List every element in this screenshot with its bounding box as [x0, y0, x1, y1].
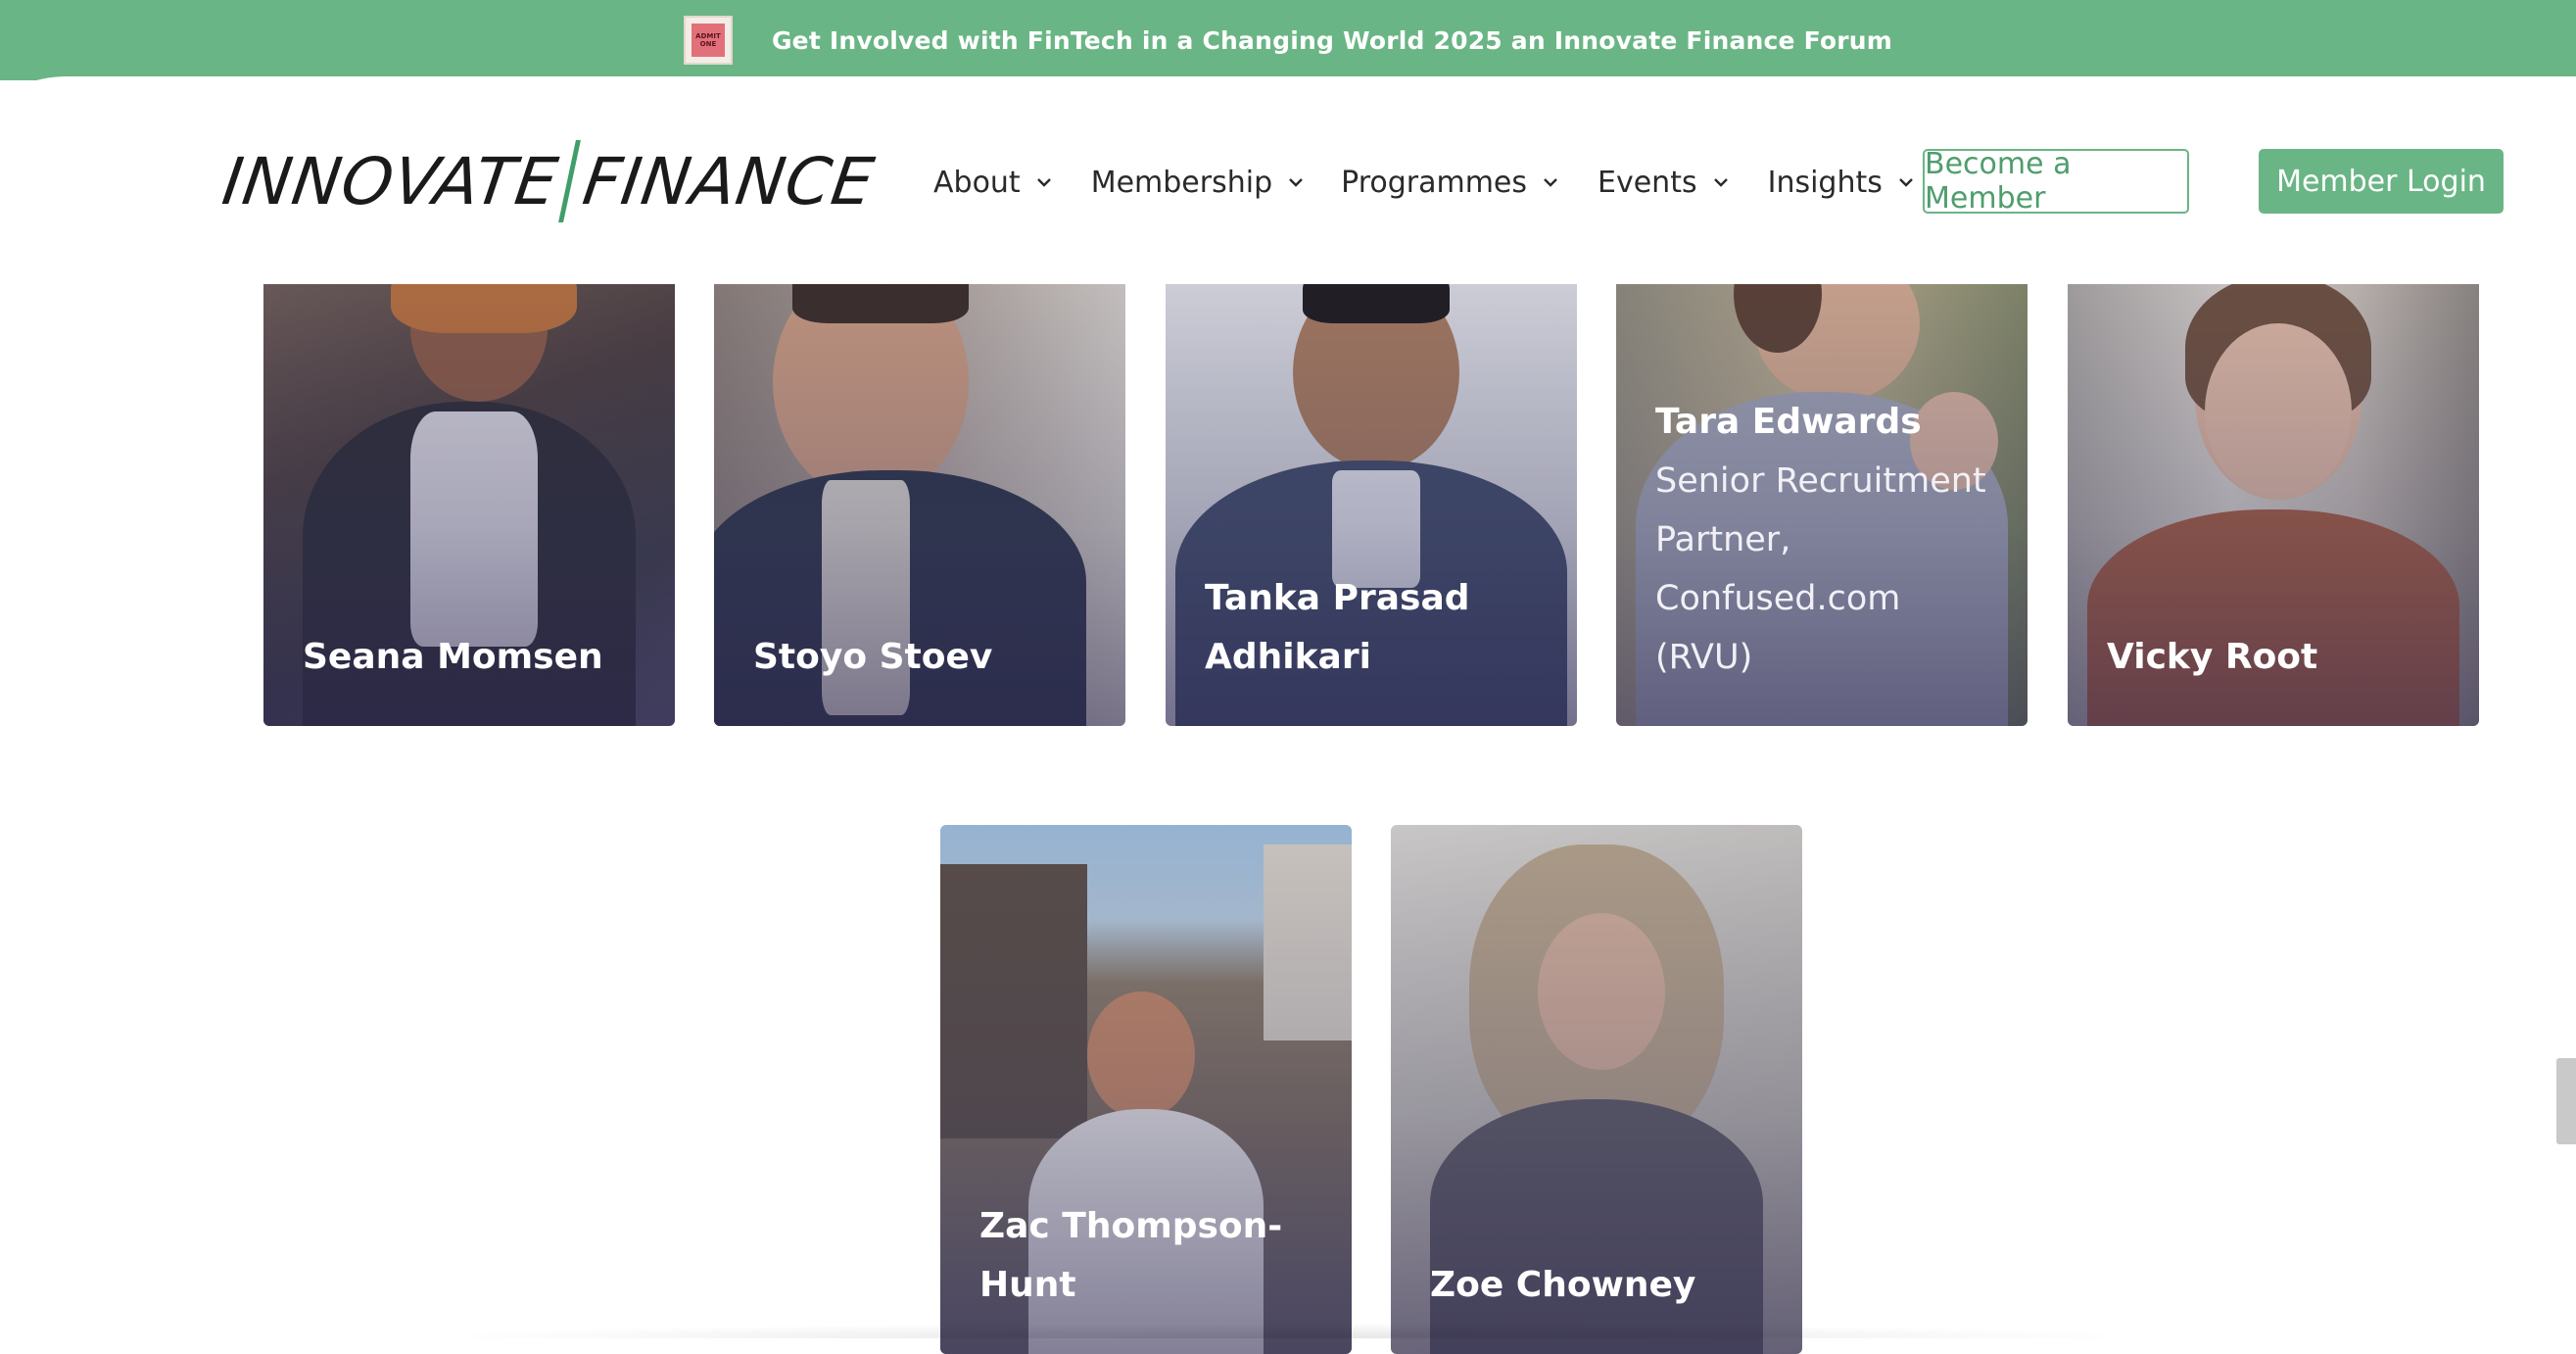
nav-insights[interactable]: Insights	[1768, 166, 1914, 200]
person-card[interactable]: Zoe Chowney	[1391, 825, 1802, 1354]
logo-divider	[558, 140, 582, 222]
nav-events[interactable]: Events	[1598, 166, 1729, 200]
person-name: Zac Thompson-Hunt	[979, 1206, 1283, 1305]
chevron-down-icon	[1289, 178, 1303, 187]
person-card[interactable]: Vicky Root	[2068, 284, 2479, 726]
banner-text[interactable]: Get Involved with FinTech in a Changing …	[772, 26, 1892, 55]
innovate-finance-logo[interactable]: INNOVATE FINANCE	[218, 137, 880, 225]
person-name: Tanka Prasad Adhikari	[1205, 578, 1470, 677]
nav-events-label: Events	[1598, 165, 1697, 200]
ticket-label: ADMIT ONE	[691, 24, 725, 57]
logo-word-right: FINANCE	[578, 143, 880, 219]
person-card[interactable]: Seana Momsen	[263, 284, 675, 726]
announcement-banner[interactable]: ADMIT ONE Get Involved with FinTech in a…	[0, 0, 2576, 80]
person-card[interactable]: Stoyo Stoev	[714, 284, 1125, 726]
nav-about-label: About	[933, 165, 1021, 200]
person-card[interactable]: Tanka Prasad Adhikari	[1166, 284, 1577, 726]
person-name: Stoyo Stoev	[753, 637, 993, 677]
chevron-down-icon	[1713, 178, 1728, 187]
nav-membership-label: Membership	[1090, 165, 1273, 200]
main-nav: About Membership Programmes Events Insig…	[933, 155, 1914, 210]
scrollbar-thumb[interactable]	[2556, 1058, 2576, 1144]
member-login-button[interactable]: Member Login	[2259, 149, 2504, 214]
nav-membership[interactable]: Membership	[1091, 166, 1304, 200]
event-ticket-icon: ADMIT ONE	[683, 16, 733, 65]
person-card[interactable]: Tara Edwards Senior Recruitment Partner,…	[1616, 284, 2027, 726]
person-name: Vicky Root	[2107, 637, 2318, 677]
chevron-down-icon	[1899, 178, 1913, 187]
chevron-down-icon	[1544, 178, 1557, 187]
person-name: Seana Momsen	[303, 637, 603, 677]
nav-programmes[interactable]: Programmes	[1341, 166, 1558, 200]
header-background	[0, 76, 2576, 116]
logo-word-left: INNOVATE	[217, 143, 563, 219]
person-name: Tara Edwards	[1655, 402, 1922, 442]
person-name: Zoe Chowney	[1430, 1265, 1696, 1305]
nav-insights-label: Insights	[1767, 165, 1883, 200]
person-role: Senior Recruitment Partner, Confused.com…	[1655, 461, 1986, 677]
become-member-button[interactable]: Become a Member	[1923, 147, 2189, 216]
chevron-down-icon	[1036, 178, 1051, 187]
nav-about[interactable]: About	[933, 166, 1052, 200]
nav-programmes-label: Programmes	[1341, 165, 1528, 200]
person-card[interactable]: Zac Thompson-Hunt	[940, 825, 1352, 1354]
